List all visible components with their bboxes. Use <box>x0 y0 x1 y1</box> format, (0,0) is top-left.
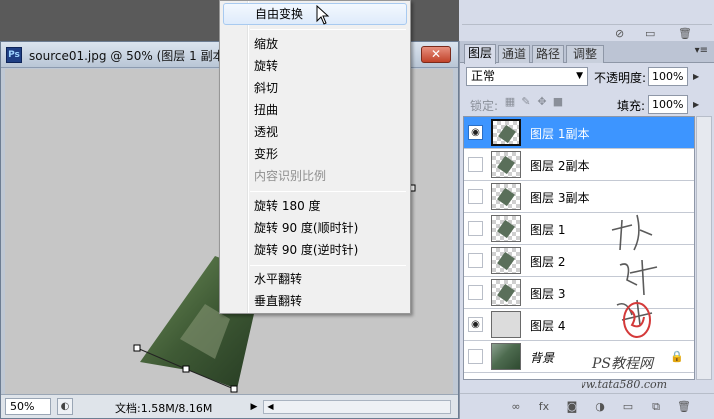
layer-thumbnail <box>491 119 521 146</box>
watermark-line2: www.tata580.com <box>582 378 667 391</box>
transform-handle[interactable] <box>182 365 190 373</box>
opacity-label: 不透明度: <box>594 71 647 85</box>
menu-item-flip-horizontal[interactable]: 水平翻转 <box>223 268 407 290</box>
layer-name[interactable]: 图层 3 <box>530 285 565 302</box>
menu-separator <box>250 265 406 266</box>
layer-row[interactable]: ◉ 图层 1副本 <box>464 117 694 149</box>
status-info-icon[interactable]: ◐ <box>57 398 73 415</box>
panel-divider <box>462 24 712 25</box>
link-layers-icon[interactable]: ∞ <box>508 399 524 415</box>
visibility-toggle[interactable] <box>468 157 483 172</box>
upper-panel-area <box>459 0 714 41</box>
layer-thumbnail <box>491 183 521 210</box>
visibility-toggle[interactable] <box>468 349 483 364</box>
zoom-field[interactable]: 50% <box>5 398 51 415</box>
layer-name[interactable]: 图层 1副本 <box>530 125 589 142</box>
menu-item-free-transform[interactable]: 自由变换 <box>223 3 407 25</box>
close-button[interactable]: ✕ <box>421 46 451 63</box>
lock-pixels-icon[interactable]: ✎ <box>520 96 532 108</box>
panel-menu-icon[interactable]: ▾≡ <box>695 45 708 56</box>
scroll-left-icon[interactable]: ◀ <box>264 401 277 413</box>
transform-handle[interactable] <box>133 344 141 352</box>
transform-handle[interactable] <box>230 385 238 393</box>
red-seal <box>623 302 651 338</box>
layer-name[interactable]: 图层 2 <box>530 253 565 270</box>
new-item-icon[interactable]: ▭ <box>645 27 655 40</box>
menu-item-scale[interactable]: 缩放 <box>223 33 407 55</box>
layer-name[interactable]: 背景 <box>530 349 554 366</box>
menu-item-flip-vertical[interactable]: 垂直翻转 <box>223 290 407 312</box>
fill-field[interactable]: 100% <box>648 95 688 114</box>
layer-name[interactable]: 图层 4 <box>530 317 565 334</box>
menu-separator <box>250 191 406 192</box>
layer-thumbnail <box>491 151 521 178</box>
layer-name[interactable]: 图层 3副本 <box>530 189 589 206</box>
chevron-down-icon: ▼ <box>576 71 583 81</box>
layer-thumbnail <box>491 343 521 370</box>
opacity-field[interactable]: 100% <box>648 67 688 86</box>
tab-layers[interactable]: 图层 <box>464 44 496 64</box>
transform-context-menu: 自由变换 缩放 旋转 斜切 扭曲 透视 变形 内容识别比例 旋转 180 度 旋… <box>219 0 411 314</box>
lock-transparency-icon[interactable]: ▦ <box>504 96 516 108</box>
visibility-toggle[interactable] <box>468 285 483 300</box>
photoshop-icon: Ps <box>6 47 22 63</box>
menu-item-rotate-90-cw[interactable]: 旋转 90 度(顺时针) <box>223 217 407 239</box>
layer-thumbnail <box>491 247 521 274</box>
document-title: source01.jpg @ 50% (图层 1 副本, <box>29 49 229 63</box>
lock-position-icon[interactable]: ✥ <box>536 96 548 108</box>
menu-separator <box>250 29 406 30</box>
layer-thumbnail <box>491 311 521 338</box>
menu-item-content-aware-scale: 内容识别比例 <box>254 169 327 183</box>
panel-tab-bar: 图层 通道 路径 调整 ▾≡ <box>460 41 714 64</box>
menu-item-rotate-180[interactable]: 旋转 180 度 <box>223 195 407 217</box>
menu-item-rotate[interactable]: 旋转 <box>223 55 407 77</box>
watermark-seal: PS教程网 www.tata580.com <box>582 214 667 391</box>
visibility-toggle[interactable] <box>468 189 483 204</box>
tab-adjustments[interactable]: 调整 <box>566 45 604 63</box>
layer-style-icon[interactable]: fx <box>536 399 552 415</box>
layer-thumbnail <box>491 279 521 306</box>
layer-name[interactable]: 图层 2副本 <box>530 157 589 174</box>
menu-item-distort[interactable]: 扭曲 <box>223 99 407 121</box>
tab-paths[interactable]: 路径 <box>532 45 564 63</box>
trash-icon[interactable]: 🗑 <box>678 27 692 40</box>
visibility-toggle[interactable] <box>468 253 483 268</box>
tab-channels[interactable]: 通道 <box>498 45 530 63</box>
menu-item-rotate-90-ccw[interactable]: 旋转 90 度(逆时针) <box>223 239 407 261</box>
menu-item-warp[interactable]: 变形 <box>223 143 407 165</box>
document-size: 文档:1.58M/8.16M <box>115 402 213 415</box>
visibility-eye-icon[interactable]: ◉ <box>468 125 483 140</box>
layer-row[interactable]: 图层 2副本 <box>464 149 694 181</box>
watermark-line1: PS教程网 <box>591 356 655 372</box>
mouse-cursor-icon <box>316 5 330 25</box>
horizontal-scrollbar[interactable]: ◀ <box>263 400 451 414</box>
layer-name[interactable]: 图层 1 <box>530 221 565 238</box>
menu-item-skew[interactable]: 斜切 <box>223 77 407 99</box>
lock-all-icon[interactable]: ■ <box>552 96 564 108</box>
opacity-slider-icon[interactable]: ▶ <box>693 72 699 81</box>
lock-label: 锁定: <box>470 99 499 113</box>
visibility-toggle[interactable] <box>468 221 483 236</box>
fill-slider-icon[interactable]: ▶ <box>693 100 699 109</box>
layer-mask-icon[interactable]: ◙ <box>564 399 580 415</box>
status-bar: 50% ◐ 文档:1.58M/8.16M ▶ ◀ <box>1 394 458 418</box>
blend-mode-value: 正常 <box>471 69 496 83</box>
menu-item-perspective[interactable]: 透视 <box>223 121 407 143</box>
visibility-eye-icon[interactable]: ◉ <box>468 317 483 332</box>
status-menu-arrow-icon[interactable]: ▶ <box>248 399 260 415</box>
layer-thumbnail <box>491 215 521 242</box>
clear-icon[interactable]: ⊘ <box>615 27 624 40</box>
signature-strokes <box>611 214 658 326</box>
blend-mode-select[interactable]: 正常 ▼ <box>466 67 588 86</box>
fill-label: 填充: <box>617 99 646 113</box>
